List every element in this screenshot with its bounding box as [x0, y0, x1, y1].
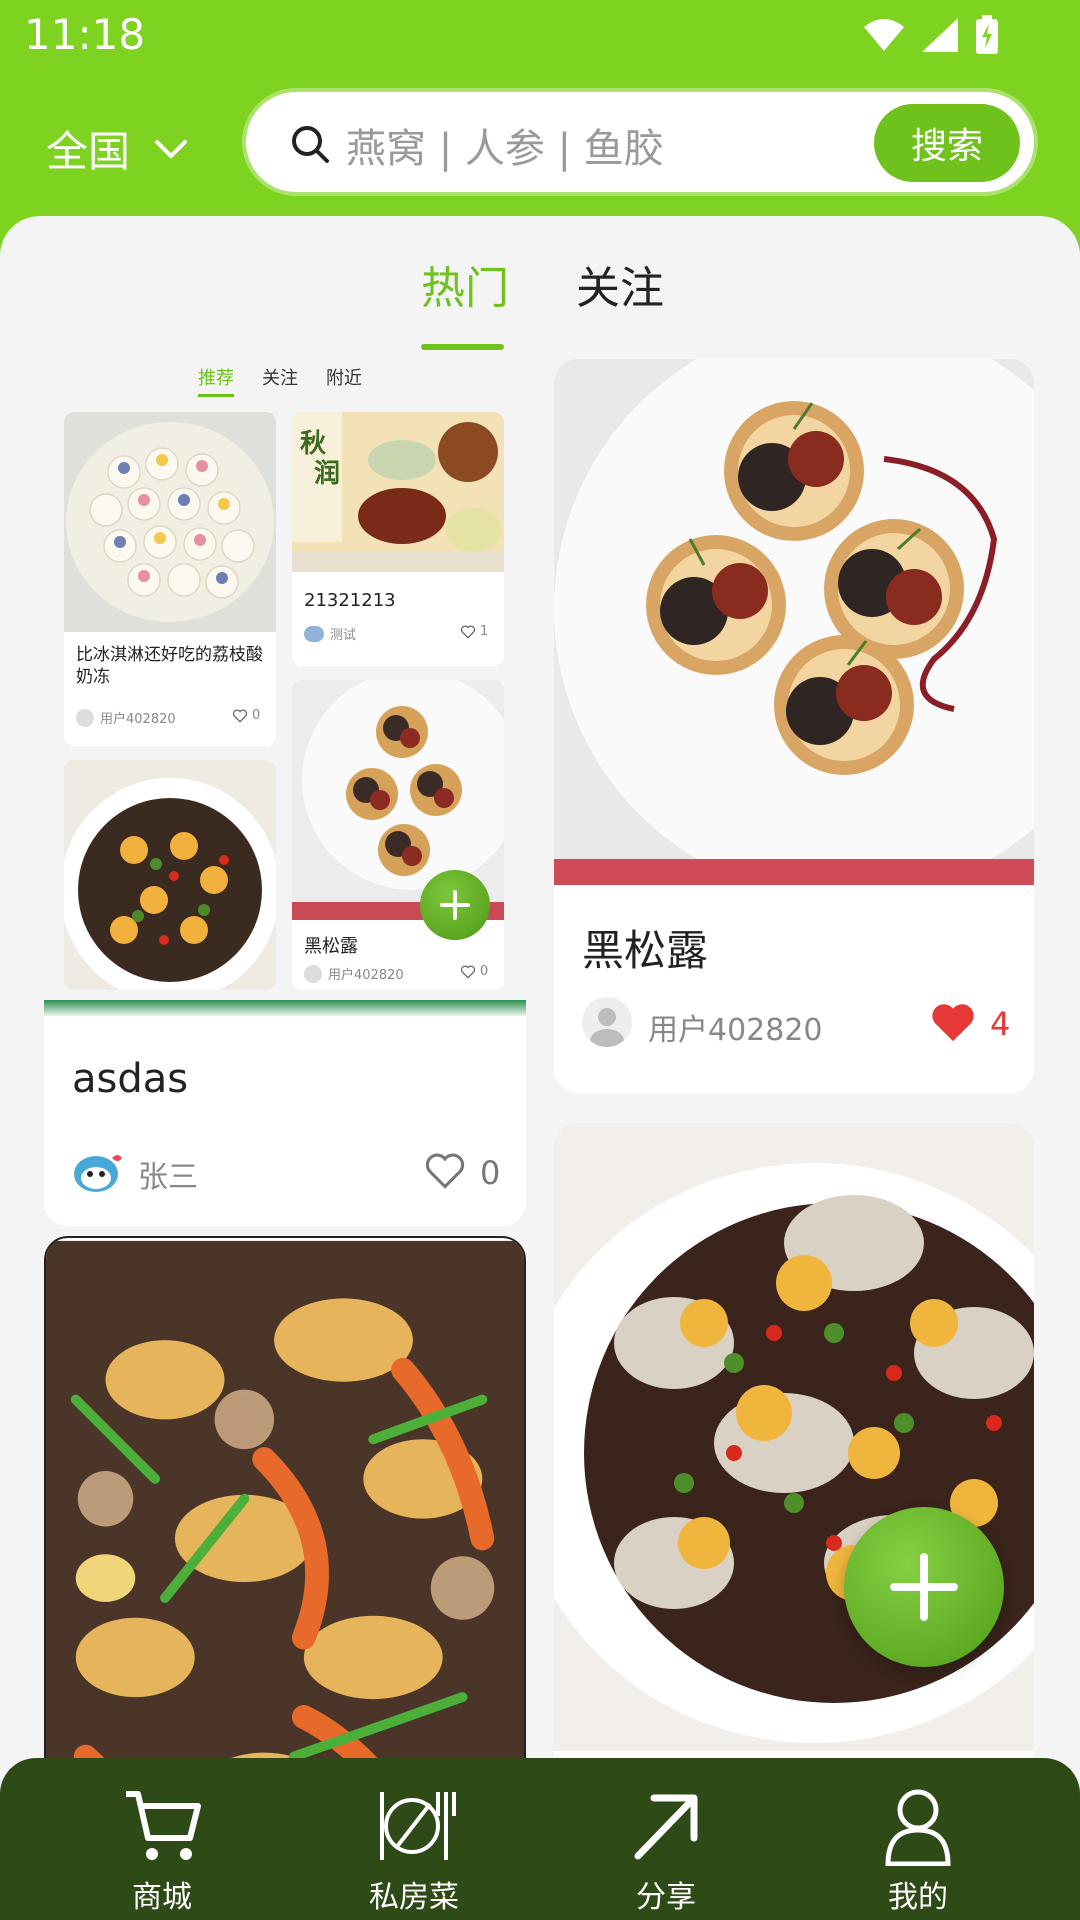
status-icons: [862, 14, 1000, 56]
svg-text:秋: 秋: [300, 429, 327, 459]
mini-card-autumn: 秋 润 21321213 测试 1: [292, 412, 504, 666]
heart-filled-icon[interactable]: [930, 1001, 976, 1043]
tab-hot[interactable]: 热门: [421, 252, 509, 316]
mini-card-title: 比冰淇淋还好吃的荔枝酸奶冻: [76, 645, 263, 687]
main-content: 热门 关注 推荐 关注 附近 比冰淇淋还好吃的荔枝酸奶冻 用户402820 0 …: [0, 216, 1080, 1920]
lychee-dessert-image: [64, 412, 276, 632]
search-placeholder[interactable]: 燕窝 | 人参 | 鱼胶: [346, 116, 664, 174]
nav-profile[interactable]: 我的: [818, 1786, 1018, 1916]
plus-icon: [890, 1553, 958, 1621]
battery-icon: [976, 15, 998, 54]
user-avatar: [74, 1155, 122, 1192]
wifi-icon: [864, 19, 904, 51]
nav-private-dishes[interactable]: 私房菜: [314, 1786, 514, 1916]
like-count: 4: [990, 1005, 1011, 1043]
nav-label: 私房菜: [369, 1880, 459, 1915]
tab-active-indicator: [421, 344, 504, 350]
avatar-icon: [304, 964, 322, 983]
post-user: 张三: [138, 1160, 198, 1195]
user-icon: [885, 1789, 951, 1866]
mini-card-title: 21321213: [304, 590, 396, 611]
post-title: asdas: [72, 1056, 189, 1102]
mini-card-truffle: 黑松露 用户402820 0: [292, 680, 504, 990]
region-selector[interactable]: 全国: [46, 118, 188, 179]
asdas-card-footer: asdas 张三 0: [44, 1016, 526, 1226]
mini-tab-follow: 关注: [262, 368, 298, 389]
mini-card-likes: 0: [232, 708, 260, 723]
nav-label: 分享: [636, 1880, 696, 1915]
bottom-nav: 商城 私房菜 分享 我的: [0, 1758, 1080, 1920]
mini-tab-recommend: 推荐: [198, 364, 234, 397]
heart-outline-icon: [460, 625, 476, 639]
mini-tabs: 推荐 关注 附近: [198, 364, 362, 397]
header: 全国 燕窝 | 人参 | 鱼胶 搜索: [0, 90, 1080, 200]
user-avatar: [582, 997, 632, 1047]
mini-card-user: 测试: [304, 624, 356, 643]
mini-card-likes: 0: [460, 964, 488, 979]
mini-add-icon: [420, 870, 490, 940]
mini-card-clams: [64, 760, 276, 990]
add-post-button[interactable]: [844, 1507, 1004, 1667]
nav-mall[interactable]: 商城: [62, 1786, 262, 1916]
avatar-icon: [76, 708, 94, 727]
heart-outline-icon: [232, 709, 248, 723]
mini-tab-nearby: 附近: [326, 368, 362, 389]
autumn-menu-image: 秋 润: [292, 412, 504, 572]
nav-label: 商城: [132, 1880, 192, 1915]
nav-label: 我的: [888, 1880, 948, 1915]
clams-image: [64, 760, 276, 990]
search-icon: [292, 126, 329, 163]
post-card-truffle[interactable]: 黑松露 用户402820 4: [554, 359, 1034, 1093]
like-count: 0: [480, 1154, 501, 1192]
mini-card-likes: 1: [460, 624, 488, 639]
truffle-post-image: [554, 359, 1034, 885]
svg-text:润: 润: [314, 458, 340, 489]
tab-follow[interactable]: 关注: [576, 252, 664, 316]
search-button[interactable]: 搜索: [874, 104, 1020, 182]
feed-tabs: 热门 关注: [0, 252, 1080, 350]
dining-icon: [380, 1792, 456, 1860]
screenshot-divider: [44, 1000, 526, 1016]
avatar-icon: [590, 1008, 624, 1047]
nav-share[interactable]: 分享: [566, 1786, 766, 1916]
mini-card-user: 用户402820: [76, 708, 176, 727]
status-time: 11:18: [24, 10, 146, 59]
mini-card-user: 用户402820: [304, 964, 404, 983]
chevron-down-icon: [155, 139, 188, 159]
signal-icon: [922, 18, 958, 52]
mini-card-title: 黑松露: [304, 936, 358, 957]
post-title: 黑松露: [582, 926, 709, 975]
heart-outline-icon: [460, 965, 476, 979]
region-label: 全国: [46, 127, 131, 176]
mini-card-lychee: 比冰淇淋还好吃的荔枝酸奶冻 用户402820 0: [64, 412, 276, 746]
status-bar: 11:18: [0, 0, 1080, 80]
share-arrow-icon: [634, 1794, 698, 1860]
heart-outline-icon[interactable]: [424, 1152, 466, 1190]
post-user: 用户402820: [648, 1013, 823, 1048]
avatar-icon: [304, 625, 324, 642]
search-bar[interactable]: 燕窝 | 人参 | 鱼胶 搜索: [246, 92, 1034, 192]
cart-icon: [126, 1791, 201, 1860]
